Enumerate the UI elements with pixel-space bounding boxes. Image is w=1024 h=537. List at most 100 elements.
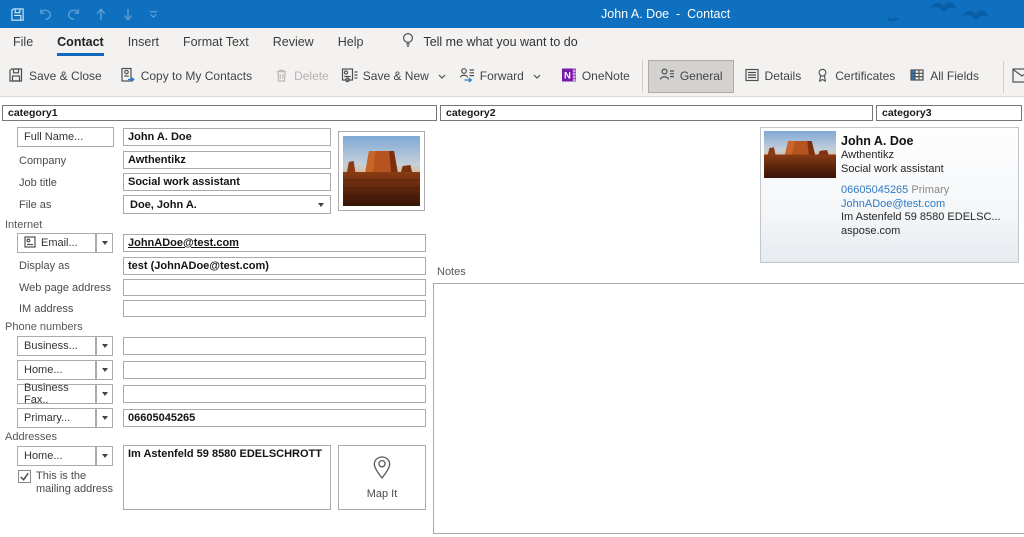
save-close-label: Save & Close xyxy=(29,69,102,83)
addresses-section-header: Addresses xyxy=(5,431,57,443)
email-dropdown-icon xyxy=(102,241,108,245)
im-address-input[interactable] xyxy=(123,300,426,317)
mailing-address-checkbox[interactable] xyxy=(18,470,31,483)
card-job-title: Social work assistant xyxy=(841,163,1016,177)
details-button[interactable]: Details xyxy=(744,67,802,86)
business-fax-dropdown-button[interactable] xyxy=(96,384,113,404)
business-fax-button[interactable]: Business Fax.. xyxy=(17,384,96,404)
forward-button[interactable]: Forward xyxy=(459,67,541,86)
category-bar-3[interactable]: category3 xyxy=(876,105,1022,121)
save-and-new-button[interactable]: Save & New xyxy=(341,67,446,86)
save-and-new-label: Save & New xyxy=(363,69,429,83)
email-button-label: Email... xyxy=(41,237,78,249)
business-fax-input[interactable] xyxy=(123,385,426,403)
business-phone-dropdown-icon xyxy=(102,344,108,348)
file-as-label: File as xyxy=(19,199,51,211)
job-title-label: Job title xyxy=(19,177,57,189)
onenote-icon: N xyxy=(561,67,577,86)
business-phone-button[interactable]: Business... xyxy=(17,336,96,356)
company-input[interactable] xyxy=(123,151,331,169)
job-title-input[interactable] xyxy=(123,173,331,191)
onenote-label: OneNote xyxy=(582,69,630,83)
move-down-icon[interactable] xyxy=(121,7,135,22)
tab-review-label: Review xyxy=(273,35,314,49)
home-address-button-label: Home... xyxy=(24,450,63,462)
home-address-dropdown-button[interactable] xyxy=(96,446,113,466)
forward-dropdown-icon[interactable] xyxy=(533,74,541,79)
im-address-label: IM address xyxy=(19,303,73,315)
redo-icon[interactable] xyxy=(66,7,81,22)
general-icon xyxy=(659,67,675,86)
email-input[interactable] xyxy=(123,234,426,252)
delete-icon xyxy=(274,67,289,86)
email-dropdown-button[interactable] xyxy=(96,233,113,253)
general-button[interactable]: General xyxy=(648,60,734,93)
tab-insert-label: Insert xyxy=(128,35,159,49)
tab-insert[interactable]: Insert xyxy=(128,28,159,56)
tab-format-text[interactable]: Format Text xyxy=(183,28,249,56)
undo-icon[interactable] xyxy=(38,7,53,22)
company-label: Company xyxy=(19,155,66,167)
home-address-button[interactable]: Home... xyxy=(17,446,96,466)
save-new-icon xyxy=(341,67,358,86)
full-name-input[interactable] xyxy=(123,128,331,146)
card-phone-label: Primary xyxy=(911,184,949,196)
category-bar-2[interactable]: category2 xyxy=(440,105,873,121)
full-name-button[interactable]: Full Name... xyxy=(17,127,114,147)
certificates-label: Certificates xyxy=(835,69,895,83)
window-title: John A. Doe - Contact xyxy=(601,7,730,21)
card-phone: 06605045265 xyxy=(841,184,908,196)
tab-help[interactable]: Help xyxy=(338,28,364,56)
notes-textarea[interactable] xyxy=(433,283,1024,534)
business-card-preview[interactable]: John A. Doe Awthentikz Social work assis… xyxy=(760,127,1019,263)
map-it-button[interactable]: Map It xyxy=(338,445,426,510)
copy-to-my-contacts-label: Copy to My Contacts xyxy=(141,69,252,83)
onenote-button[interactable]: N OneNote xyxy=(561,67,630,86)
home-phone-input[interactable] xyxy=(123,361,426,379)
tab-file[interactable]: File xyxy=(13,28,33,56)
tab-format-text-label: Format Text xyxy=(183,35,249,49)
category-bar-1[interactable]: category1 xyxy=(2,105,437,121)
web-page-address-input[interactable] xyxy=(123,279,426,296)
birds-decoration-icon xyxy=(878,0,1008,28)
business-phone-button-label: Business... xyxy=(24,340,78,352)
business-phone-input[interactable] xyxy=(123,337,426,355)
card-phone-line: 06605045265 Primary xyxy=(841,184,1016,198)
move-up-icon[interactable] xyxy=(94,7,108,22)
save-and-new-dropdown-icon[interactable] xyxy=(438,74,446,79)
map-it-label: Map It xyxy=(367,488,398,500)
file-as-select[interactable]: Doe, John A. xyxy=(123,195,331,214)
all-fields-button[interactable]: All Fields xyxy=(909,67,979,86)
certificates-button[interactable]: Certificates xyxy=(815,67,895,86)
home-phone-dropdown-icon xyxy=(102,368,108,372)
category2-label: category2 xyxy=(446,107,496,119)
save-close-button[interactable]: Save & Close xyxy=(8,67,102,86)
tab-file-label: File xyxy=(13,35,33,49)
customize-toolbar-icon[interactable] xyxy=(148,9,159,20)
tab-contact[interactable]: Contact xyxy=(57,28,104,56)
primary-phone-input[interactable] xyxy=(123,409,426,427)
email-icon[interactable] xyxy=(1012,68,1024,88)
tab-contact-label: Contact xyxy=(57,35,104,49)
ribbon-separator xyxy=(1003,61,1004,93)
business-phone-dropdown-button[interactable] xyxy=(96,336,113,356)
primary-phone-button[interactable]: Primary... xyxy=(17,408,96,428)
mailing-address-label-line1: This is the xyxy=(36,470,86,482)
primary-phone-dropdown-button[interactable] xyxy=(96,408,113,428)
copy-to-my-contacts-button[interactable]: Copy to My Contacts xyxy=(120,67,252,86)
save-icon[interactable] xyxy=(10,7,25,22)
category1-label: category1 xyxy=(8,107,58,119)
home-phone-button[interactable]: Home... xyxy=(17,360,96,380)
internet-section-header: Internet xyxy=(5,219,42,231)
display-as-input[interactable] xyxy=(123,257,426,275)
delete-button[interactable]: Delete xyxy=(274,67,329,86)
email-button[interactable]: Email... xyxy=(17,233,96,253)
home-phone-dropdown-button[interactable] xyxy=(96,360,113,380)
tell-me-box[interactable]: Tell me what you want to do xyxy=(401,28,577,56)
tab-review[interactable]: Review xyxy=(273,28,314,56)
card-name: John A. Doe xyxy=(841,134,1016,149)
address-textarea[interactable]: Im Astenfeld 59 8580 EDELSCHROTT xyxy=(123,445,331,510)
business-fax-dropdown-icon xyxy=(102,392,108,396)
category3-label: category3 xyxy=(882,107,932,119)
contact-photo[interactable] xyxy=(338,131,425,211)
